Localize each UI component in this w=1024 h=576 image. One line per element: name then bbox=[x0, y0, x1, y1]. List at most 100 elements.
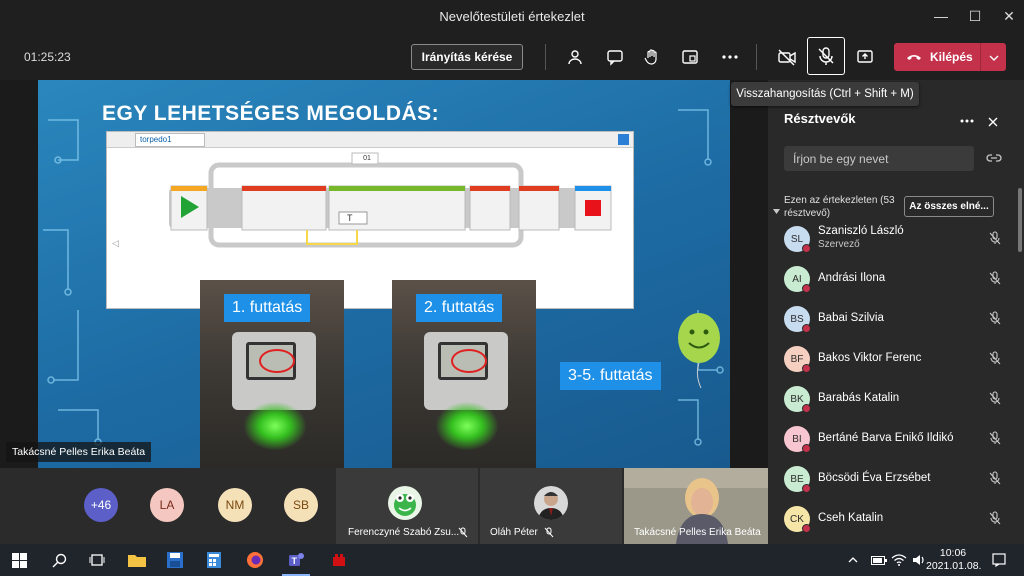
participant-name: Andrási Ilona bbox=[818, 272, 886, 284]
teams-icon[interactable]: T bbox=[282, 547, 310, 576]
participant-row[interactable]: BS Babai Szilvia bbox=[784, 302, 1010, 338]
status-dot bbox=[802, 524, 811, 533]
calculator-icon[interactable] bbox=[201, 547, 227, 573]
meeting-toolbar: 01:25:23 Irányítás kérése Kilépés bbox=[0, 34, 1024, 80]
run-photo-1: 1. futtatás bbox=[200, 280, 344, 468]
run-label-2: 2. futtatás bbox=[416, 294, 503, 322]
save-app-icon[interactable] bbox=[162, 547, 188, 573]
self-video-tile[interactable]: Takácsné Pelles Erika Beáta bbox=[624, 468, 768, 544]
mic-off-icon[interactable] bbox=[988, 391, 1002, 405]
mic-off-icon[interactable] bbox=[988, 271, 1002, 285]
avatar bbox=[388, 486, 422, 520]
share-invite-icon[interactable] bbox=[986, 151, 1002, 170]
more-options-icon[interactable] bbox=[716, 43, 744, 71]
avatar[interactable]: SB bbox=[284, 488, 318, 522]
minimize-button[interactable]: — bbox=[926, 4, 956, 28]
participant-role: Szervező bbox=[818, 239, 860, 250]
request-control-button[interactable]: Irányítás kérése bbox=[411, 44, 523, 70]
shared-content-stage: EGY LEHETSÉGES MEGOLDÁS: torpedo1 T ◁ 01… bbox=[0, 80, 768, 468]
status-dot bbox=[802, 284, 811, 293]
run-label-3-5: 3-5. futtatás bbox=[560, 362, 661, 390]
participant-row[interactable]: BF Bakos Viktor Ferenc bbox=[784, 342, 1010, 378]
avatar[interactable]: LA bbox=[150, 488, 184, 522]
notifications-icon[interactable] bbox=[986, 547, 1012, 573]
loop-counter: 01 bbox=[363, 155, 371, 162]
lego-app-icon[interactable] bbox=[326, 547, 352, 573]
title-bar: Nevelőtestületi értekezlet — ☐ ✕ bbox=[0, 0, 1024, 34]
mic-off-icon[interactable] bbox=[988, 231, 1002, 245]
participant-row[interactable]: SL Szaniszló László Szervező bbox=[784, 222, 1010, 258]
tile-name: Takácsné Pelles Erika Beáta bbox=[634, 527, 761, 538]
file-explorer-icon[interactable] bbox=[124, 547, 150, 573]
chat-icon[interactable] bbox=[601, 43, 629, 71]
status-dot bbox=[802, 244, 811, 253]
overflow-count-badge[interactable]: +46 bbox=[84, 488, 118, 522]
video-tile[interactable]: Oláh Péter bbox=[480, 468, 622, 544]
search-icon[interactable] bbox=[46, 547, 72, 573]
participant-name: Barabás Katalin bbox=[818, 392, 900, 404]
mic-muted-button[interactable] bbox=[807, 37, 845, 75]
close-panel-icon[interactable] bbox=[988, 114, 998, 132]
mic-off-icon[interactable] bbox=[988, 351, 1002, 365]
video-tile[interactable]: Ferenczyné Szabó Zsu... bbox=[336, 468, 478, 544]
participant-gallery: +46 LA NM SB Ferenczyné Szabó Zsu... Olá… bbox=[0, 468, 768, 544]
firefox-icon[interactable] bbox=[242, 547, 268, 573]
search-participants-input[interactable]: Írjon be egy nevet bbox=[784, 146, 974, 171]
participant-name: Bertáné Barva Enikő Ildikó bbox=[818, 432, 954, 444]
camera-off-icon[interactable] bbox=[773, 43, 801, 71]
window-title: Nevelőtestületi értekezlet bbox=[439, 9, 585, 24]
hang-up-icon bbox=[907, 55, 921, 60]
task-view-icon[interactable] bbox=[84, 547, 110, 573]
raise-hand-icon[interactable] bbox=[638, 43, 666, 71]
participant-row[interactable]: BE Böcsödi Éva Erzsébet bbox=[784, 462, 1010, 498]
mute-tooltip: Visszahangosítás (Ctrl + Shift + M) bbox=[731, 82, 919, 106]
avatar[interactable]: NM bbox=[218, 488, 252, 522]
meeting-timer: 01:25:23 bbox=[24, 50, 71, 64]
participant-row[interactable]: BI Bertáné Barva Enikő Ildikó bbox=[784, 422, 1010, 458]
participant-name: Cseh Katalin bbox=[818, 512, 884, 524]
breakout-rooms-icon[interactable] bbox=[676, 43, 704, 71]
clock-date: 2021.01.08. bbox=[926, 560, 982, 572]
panel-title: Résztvevők bbox=[784, 111, 856, 126]
tab-torpedo1: torpedo1 bbox=[135, 133, 205, 147]
participant-name: Böcsödi Éva Erzsébet bbox=[818, 472, 931, 484]
presentation-slide: EGY LEHETSÉGES MEGOLDÁS: torpedo1 T ◁ 01… bbox=[38, 80, 730, 468]
system-clock[interactable]: 10:06 2021.01.08. bbox=[926, 547, 982, 573]
leave-button[interactable]: Kilépés bbox=[894, 43, 1006, 71]
tray-chevron-up-icon[interactable] bbox=[840, 547, 866, 573]
caret-down-icon[interactable] bbox=[773, 201, 780, 219]
mic-off-icon bbox=[544, 527, 554, 538]
meeting-participants-header: Ezen az értekezleten (53 résztvevő) bbox=[784, 195, 895, 219]
tile-name: Oláh Péter bbox=[490, 527, 538, 538]
mute-all-button[interactable]: Az összes elné... bbox=[904, 196, 994, 217]
status-dot bbox=[802, 404, 811, 413]
participant-row[interactable]: BK Barabás Katalin bbox=[784, 382, 1010, 418]
ev3-software-window: torpedo1 T ◁ 01 bbox=[106, 131, 634, 309]
participant-name: Szaniszló László bbox=[818, 225, 904, 237]
maximize-button[interactable]: ☐ bbox=[960, 4, 990, 28]
mic-off-icon[interactable] bbox=[988, 511, 1002, 525]
participants-icon[interactable] bbox=[561, 43, 589, 71]
mic-off-icon bbox=[458, 527, 468, 538]
panel-scrollbar[interactable] bbox=[1018, 188, 1022, 252]
windows-start-icon[interactable] bbox=[6, 547, 32, 573]
windows-taskbar: T 10:06 2021.01.08. bbox=[0, 544, 1024, 576]
avatar bbox=[534, 486, 568, 520]
close-window-button[interactable]: ✕ bbox=[994, 4, 1024, 28]
status-dot bbox=[802, 444, 811, 453]
mic-off-icon[interactable] bbox=[988, 471, 1002, 485]
svg-text:T: T bbox=[347, 213, 353, 223]
mic-off-icon[interactable] bbox=[988, 431, 1002, 445]
more-options-icon[interactable] bbox=[960, 110, 974, 128]
share-screen-icon[interactable] bbox=[851, 43, 879, 71]
participant-row[interactable]: AI Andrási Ilona bbox=[784, 262, 1010, 298]
mic-off-icon[interactable] bbox=[988, 311, 1002, 325]
svg-text:◁: ◁ bbox=[112, 238, 119, 248]
mic-off-icon bbox=[818, 47, 834, 65]
participant-row[interactable]: CK Cseh Katalin bbox=[784, 502, 1010, 538]
participants-panel: Résztvevők Írjon be egy nevet Ezen az ér… bbox=[768, 80, 1024, 544]
participant-name: Babai Szilvia bbox=[818, 312, 884, 324]
status-dot bbox=[802, 484, 811, 493]
program-blocks: T ◁ bbox=[112, 152, 612, 248]
chevron-down-icon[interactable] bbox=[981, 50, 1006, 64]
